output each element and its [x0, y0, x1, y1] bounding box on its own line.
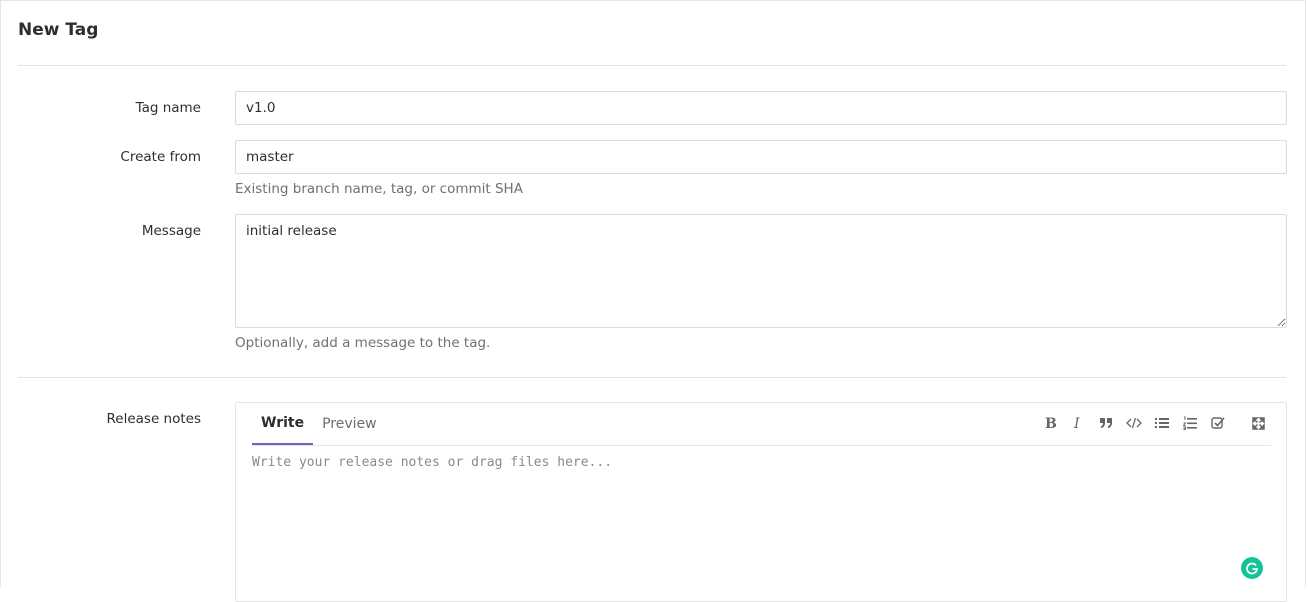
task-list-icon[interactable] — [1204, 413, 1232, 433]
bullet-list-icon[interactable] — [1148, 413, 1176, 433]
editor-tabs-divider — [252, 445, 1271, 446]
page-frame: New Tag Tag name Create from Existing br… — [0, 0, 1306, 602]
markdown-toolbar: B I — [1036, 413, 1272, 433]
message-textarea[interactable]: initial release — [235, 214, 1287, 328]
message-help: Optionally, add a message to the tag. — [235, 335, 491, 351]
page-title: New Tag — [18, 20, 99, 40]
release-notes-textarea[interactable] — [252, 455, 1271, 575]
quote-icon[interactable] — [1092, 413, 1120, 433]
code-icon[interactable] — [1120, 413, 1148, 433]
bold-icon[interactable]: B — [1036, 413, 1064, 433]
grammarly-icon[interactable] — [1241, 557, 1263, 579]
italic-icon[interactable]: I — [1064, 413, 1092, 433]
svg-text:B: B — [1045, 416, 1056, 430]
svg-text:I: I — [1073, 416, 1080, 430]
tag-name-label: Tag name — [135, 100, 201, 116]
tab-preview[interactable]: Preview — [313, 403, 386, 445]
section-divider — [18, 377, 1286, 378]
release-notes-editor: Write Preview B I — [235, 402, 1287, 602]
numbered-list-icon[interactable] — [1176, 413, 1204, 433]
title-divider — [18, 65, 1286, 66]
create-from-help: Existing branch name, tag, or commit SHA — [235, 181, 523, 197]
create-from-input[interactable] — [235, 140, 1287, 174]
message-label: Message — [141, 223, 201, 239]
tag-name-input[interactable] — [235, 91, 1287, 125]
create-from-label: Create from — [120, 149, 201, 165]
editor-tabs: Write Preview — [252, 403, 386, 445]
tab-write[interactable]: Write — [252, 403, 314, 445]
fullscreen-icon[interactable] — [1244, 413, 1272, 433]
release-notes-label: Release notes — [106, 411, 202, 427]
